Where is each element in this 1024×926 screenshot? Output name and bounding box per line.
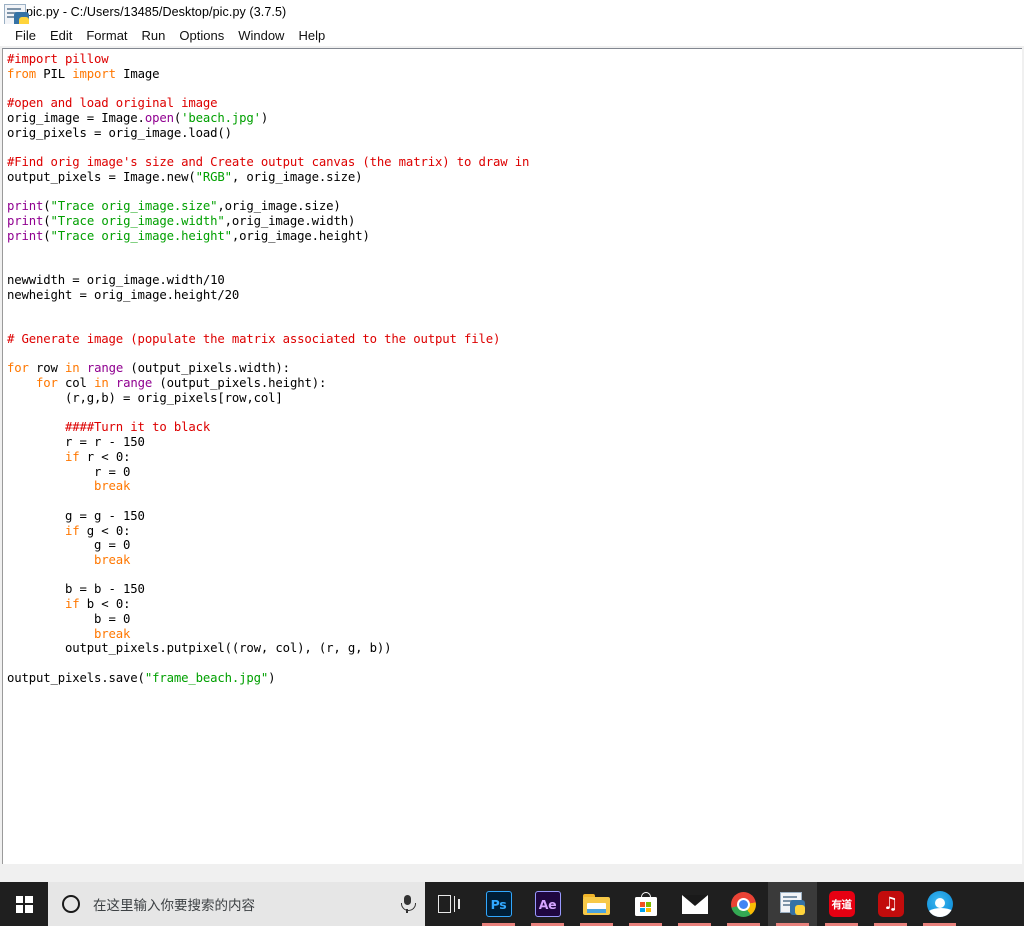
taskbar-python-idle[interactable]	[768, 882, 817, 926]
store-bag-icon	[634, 892, 657, 916]
editor-container: #import pillow from PIL import Image #op…	[0, 46, 1024, 866]
task-view-icon	[437, 895, 462, 913]
status-strip	[0, 866, 1024, 882]
source-code-text[interactable]: #import pillow from PIL import Image #op…	[3, 49, 1022, 686]
microphone-icon[interactable]	[399, 894, 416, 914]
taskbar-mail[interactable]	[670, 882, 719, 926]
taskbar-items: Ps Ae 有道 ♫	[425, 882, 1024, 926]
mail-envelope-icon	[681, 894, 708, 914]
menu-options[interactable]: Options	[172, 27, 231, 44]
idle-application-window: pic.py - C:/Users/13485/Desktop/pic.py (…	[0, 0, 1024, 926]
menu-edit[interactable]: Edit	[43, 27, 79, 44]
taskbar-file-explorer[interactable]	[572, 882, 621, 926]
taskbar-youdao[interactable]: 有道	[817, 882, 866, 926]
taskbar-photoshop[interactable]: Ps	[474, 882, 523, 926]
taskbar-after-effects[interactable]: Ae	[523, 882, 572, 926]
taskbar-microsoft-store[interactable]	[621, 882, 670, 926]
menu-bar: File Edit Format Run Options Window Help	[0, 24, 1024, 46]
menu-format[interactable]: Format	[79, 27, 134, 44]
taskbar-search-box[interactable]: 在这里输入你要搜索的内容	[48, 882, 425, 926]
menu-file[interactable]: File	[8, 27, 43, 44]
windows-taskbar: 在这里输入你要搜索的内容 Ps Ae 有道 ♫	[0, 882, 1024, 926]
python-idle-icon	[4, 4, 29, 27]
menu-run[interactable]: Run	[135, 27, 173, 44]
windows-logo-icon	[15, 895, 33, 913]
photoshop-icon: Ps	[485, 891, 512, 917]
menu-help[interactable]: Help	[291, 27, 332, 44]
cortana-circle-icon[interactable]	[62, 895, 80, 913]
netease-music-icon: ♫	[877, 891, 904, 917]
title-bar: pic.py - C:/Users/13485/Desktop/pic.py (…	[0, 0, 1024, 27]
code-editor[interactable]: #import pillow from PIL import Image #op…	[2, 48, 1022, 864]
taskbar-task-view[interactable]	[425, 882, 474, 926]
search-input[interactable]: 在这里输入你要搜索的内容	[93, 894, 399, 914]
after-effects-icon: Ae	[534, 891, 561, 917]
taskbar-qq-browser[interactable]	[915, 882, 964, 926]
python-idle-icon	[779, 892, 806, 916]
folder-icon	[583, 893, 610, 915]
menu-window[interactable]: Window	[231, 27, 291, 44]
qq-browser-icon	[926, 891, 953, 917]
start-button[interactable]	[0, 882, 48, 926]
window-title: pic.py - C:/Users/13485/Desktop/pic.py (…	[26, 5, 287, 19]
chrome-icon	[731, 891, 756, 917]
youdao-icon: 有道	[828, 891, 855, 917]
taskbar-netease-music[interactable]: ♫	[866, 882, 915, 926]
taskbar-chrome[interactable]	[719, 882, 768, 926]
